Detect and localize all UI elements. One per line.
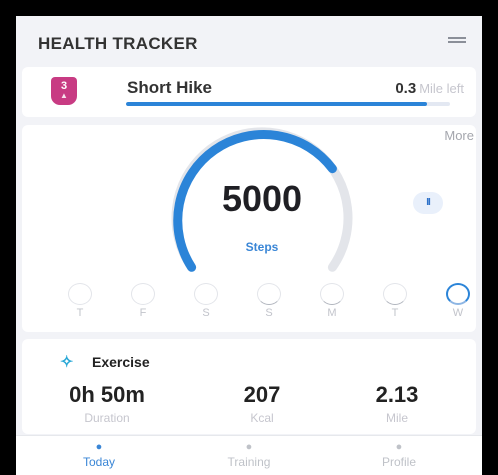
nav-today-label: Today bbox=[82, 455, 116, 469]
nav-profile-label: Profile bbox=[381, 455, 416, 469]
duration-label: Duration bbox=[84, 411, 130, 425]
day-item[interactable]: T bbox=[65, 283, 95, 319]
mile-value: 2.13 bbox=[375, 382, 419, 407]
steps-count: 5000 bbox=[221, 178, 303, 219]
app-title: HEALTH TRACKER bbox=[38, 34, 198, 53]
nav-training[interactable]: ● Training bbox=[199, 441, 299, 469]
hike-progress-fill bbox=[126, 102, 428, 106]
calories-value: 207 bbox=[243, 382, 281, 407]
calories-stat: 207 Kcal bbox=[217, 382, 307, 425]
day-label: T bbox=[391, 307, 399, 319]
day-item[interactable]: S bbox=[254, 283, 284, 319]
exercise-card[interactable]: ✧ Exercise 0h 50m Duration 207 Kcal 2.13… bbox=[22, 339, 476, 434]
distance-remaining: 0.3 Mile left bbox=[395, 80, 464, 97]
steps-card: More 5000 Steps II TFSSMTW bbox=[22, 125, 476, 332]
day-progress-ring bbox=[383, 283, 407, 305]
day-label: S bbox=[265, 307, 273, 319]
pause-icon: II bbox=[426, 197, 430, 208]
training-icon: ● bbox=[245, 441, 253, 453]
hike-title: Short Hike bbox=[127, 78, 213, 97]
nav-training-label: Training bbox=[227, 455, 271, 469]
steps-label: Steps bbox=[245, 240, 279, 254]
day-progress-ring bbox=[68, 283, 92, 305]
duration-value: 0h 50m bbox=[69, 382, 145, 407]
bottom-nav: ● Today ● Training ● Profile bbox=[16, 435, 482, 475]
hiker-icon: ▲ bbox=[60, 91, 68, 100]
profile-icon: ● bbox=[395, 441, 403, 453]
day-label: F bbox=[139, 307, 147, 319]
day-label: W bbox=[452, 307, 464, 319]
day-label: M bbox=[327, 307, 337, 319]
day-progress-ring bbox=[194, 283, 218, 305]
nav-profile[interactable]: ● Profile bbox=[349, 441, 449, 469]
calories-label: Kcal bbox=[250, 411, 274, 425]
day-item[interactable]: S bbox=[191, 283, 221, 319]
day-item[interactable]: T bbox=[380, 283, 410, 319]
distance-suffix: Mile left bbox=[419, 81, 464, 96]
mile-label: Mile bbox=[385, 411, 408, 425]
day-item[interactable]: W bbox=[443, 283, 473, 319]
home-icon: ● bbox=[95, 441, 103, 453]
nav-today[interactable]: ● Today bbox=[49, 441, 149, 469]
duration-stat: 0h 50m Duration bbox=[42, 382, 172, 425]
pause-button[interactable]: II bbox=[413, 192, 443, 214]
day-item[interactable]: F bbox=[128, 283, 158, 319]
day-item[interactable]: M bbox=[317, 283, 347, 319]
distance-stat: 2.13 Mile bbox=[347, 382, 447, 425]
day-label: T bbox=[76, 307, 84, 319]
day-label: S bbox=[202, 307, 210, 319]
day-progress-ring bbox=[320, 283, 344, 305]
runner-icon: ✧ bbox=[60, 354, 74, 371]
day-progress-ring bbox=[131, 283, 155, 305]
day-progress-ring bbox=[446, 283, 470, 305]
hike-progress-bar bbox=[126, 102, 450, 106]
app-screen: HEALTH TRACKER 3 ▲ Short Hike 0.3 Mile le… bbox=[16, 16, 482, 475]
hamburger-menu-icon[interactable] bbox=[448, 37, 466, 47]
exercise-title: Exercise bbox=[92, 354, 150, 370]
distance-value: 0.3 bbox=[395, 80, 417, 97]
level-badge: 3 ▲ bbox=[51, 77, 77, 105]
app-header: HEALTH TRACKER bbox=[16, 16, 482, 66]
day-progress-ring bbox=[257, 283, 281, 305]
hike-goal-card[interactable]: 3 ▲ Short Hike 0.3 Mile left bbox=[22, 67, 476, 117]
